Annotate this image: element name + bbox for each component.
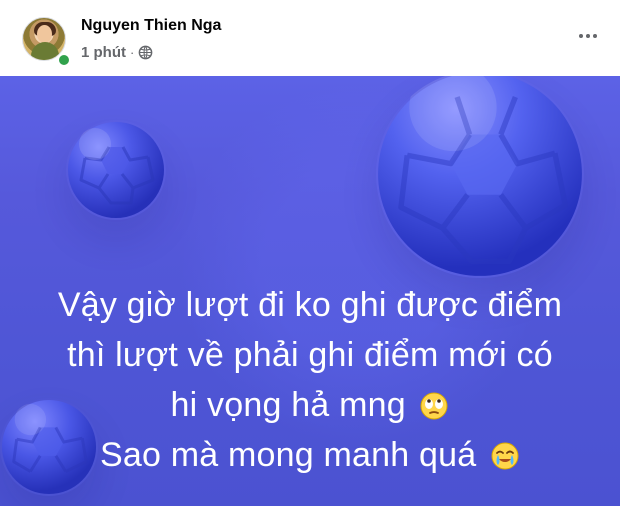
soccer-ball-icon: [66, 120, 166, 220]
meta-separator: ·: [130, 44, 135, 60]
post-time[interactable]: 1 phút: [81, 44, 126, 61]
facebook-post-card: Nguyen Thien Nga 1 phút · Vậy giờ lượt đ…: [0, 0, 620, 506]
eye-roll-emoji-icon: [420, 392, 448, 420]
online-status-dot-icon: [57, 53, 71, 67]
more-dot: [579, 34, 583, 38]
more-horizontal-icon[interactable]: [574, 24, 602, 48]
post-text-line-3: hi vọng hả mng: [170, 386, 406, 424]
post-image-text: Vậy giờ lượt đi ko ghi được điểm thì lượ…: [0, 280, 620, 480]
globe-icon[interactable]: [138, 45, 153, 60]
avatar-body: [31, 42, 59, 60]
post-text-line-1: Vậy giờ lượt đi ko ghi được điểm: [57, 286, 563, 324]
author-name[interactable]: Nguyen Thien Nga: [81, 17, 221, 35]
soccer-ball-icon: [376, 76, 584, 278]
more-dot: [593, 34, 597, 38]
post-text-line-4-wrapper: Sao mà mong manh quá: [0, 430, 620, 480]
crying-smile-emoji-icon: [491, 442, 519, 470]
post-header: Nguyen Thien Nga 1 phút ·: [0, 0, 620, 76]
post-image[interactable]: Vậy giờ lượt đi ko ghi được điểm thì lượ…: [0, 76, 620, 506]
post-text-line-2: thì lượt về phải ghi điểm mới có: [67, 336, 553, 374]
post-text-line-4: Sao mà mong manh quá: [100, 436, 477, 474]
post-meta: 1 phút ·: [81, 42, 153, 62]
post-text-line-3-wrapper: hi vọng hả mng: [0, 380, 620, 430]
avatar-face: [37, 25, 52, 43]
more-dot: [586, 34, 590, 38]
